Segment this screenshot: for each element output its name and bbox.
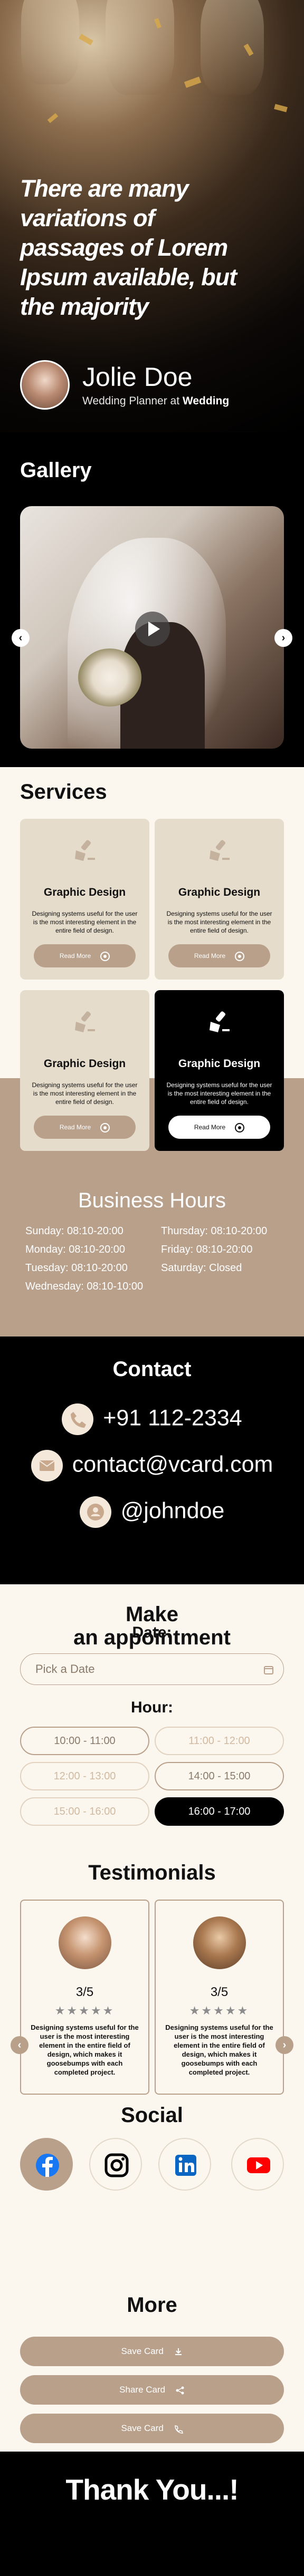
gallery-prev-button[interactable]: ‹ — [12, 629, 30, 647]
rating-stars: ★★★★★ — [54, 2004, 115, 2017]
contact-title: Contact — [112, 1358, 192, 1381]
time-slot[interactable]: 10:00 - 11:00 — [20, 1727, 149, 1755]
avatar — [59, 1916, 111, 1969]
hours-right-column: Thursday: 08:10-20:00 Friday: 08:10-20:0… — [161, 1225, 268, 1274]
date-label: Date: — [132, 1624, 172, 1641]
testimonials-title: Testimonials — [88, 1861, 216, 1884]
mail-icon — [31, 1450, 63, 1481]
brush-icon — [210, 840, 230, 861]
date-picker-input[interactable]: Pick a Date — [20, 1653, 284, 1685]
save-contact-button[interactable]: Save Card — [20, 2414, 284, 2443]
read-more-button[interactable]: Read More — [168, 944, 270, 967]
profile-name: Jolie Doe — [82, 362, 193, 392]
user-icon — [79, 1496, 111, 1528]
time-slot[interactable]: 14:00 - 15:00 — [155, 1762, 284, 1790]
share-icon — [176, 2386, 184, 2395]
read-more-button[interactable]: Read More — [34, 1116, 136, 1139]
vcard-page: There are many variations of passages of… — [0, 0, 304, 2576]
time-slot[interactable]: 12:00 - 13:00 — [20, 1762, 149, 1790]
social-title: Social — [121, 2104, 183, 2127]
hero-quote: There are many variations of passages of… — [20, 175, 237, 320]
thank-you-text: Thank You...! — [65, 2473, 239, 2506]
share-card-button[interactable]: Share Card — [20, 2375, 284, 2405]
gallery-title: Gallery — [20, 459, 92, 482]
testimonial-card: 3/5 ★★★★★ Designing systems useful for t… — [20, 1900, 149, 2095]
download-icon — [175, 2348, 182, 2355]
service-card: Graphic Design Designing systems useful … — [155, 819, 284, 980]
gallery-next-button[interactable]: › — [274, 629, 292, 647]
hour-label: Hour: — [131, 1699, 173, 1716]
hours-title: Business Hours — [78, 1189, 226, 1212]
service-card: Graphic Design Designing systems useful … — [20, 819, 149, 980]
hero-section: There are many variations of passages of… — [0, 0, 304, 432]
read-more-button[interactable]: Read More — [168, 1116, 270, 1139]
rating-stars: ★★★★★ — [189, 2004, 250, 2017]
avatar — [193, 1916, 246, 1969]
brush-icon — [210, 1011, 230, 1032]
save-card-button[interactable]: Save Card — [20, 2337, 284, 2366]
read-more-button[interactable]: Read More — [34, 944, 136, 967]
time-slot[interactable]: 15:00 - 16:00 — [20, 1797, 149, 1826]
time-slot-selected[interactable]: 16:00 - 17:00 — [155, 1797, 284, 1826]
brush-icon — [75, 1011, 95, 1032]
profile-role: Wedding Planner at Wedding — [82, 395, 230, 407]
testimonial-prev-button[interactable]: ‹ — [11, 2036, 28, 2054]
avatar — [20, 360, 70, 410]
linkedin-icon[interactable] — [158, 2138, 211, 2191]
hours-left-column: Sunday: 08:10-20:00 Monday: 08:10-20:00 … — [25, 1225, 144, 1292]
calendar-icon — [264, 1666, 273, 1674]
profile-block: Jolie Doe Wedding Planner at Wedding — [20, 360, 229, 410]
facebook-icon[interactable] — [20, 2138, 73, 2191]
more-title: More — [127, 2293, 177, 2317]
time-slot[interactable]: 11:00 - 12:00 — [155, 1727, 284, 1755]
play-icon[interactable] — [135, 612, 170, 646]
service-card-active: Graphic Design Designing systems useful … — [155, 990, 284, 1151]
service-card: Graphic Design Designing systems useful … — [20, 990, 149, 1151]
youtube-icon[interactable] — [231, 2138, 284, 2191]
contact-handle[interactable]: @johndoe — [0, 1496, 304, 1528]
services-title: Services — [20, 780, 107, 803]
phone-icon — [62, 1403, 94, 1435]
contact-phone[interactable]: +91 112-2334 — [0, 1403, 304, 1435]
testimonial-next-button[interactable]: › — [276, 2036, 293, 2054]
phone-add-icon — [174, 2425, 183, 2434]
gallery-image[interactable] — [20, 506, 284, 749]
brush-icon — [75, 840, 95, 861]
instagram-icon[interactable] — [89, 2138, 142, 2191]
contact-email[interactable]: contact@vcard.com — [0, 1450, 304, 1481]
testimonial-card: 3/5 ★★★★★ Designing systems useful for t… — [155, 1900, 284, 2095]
